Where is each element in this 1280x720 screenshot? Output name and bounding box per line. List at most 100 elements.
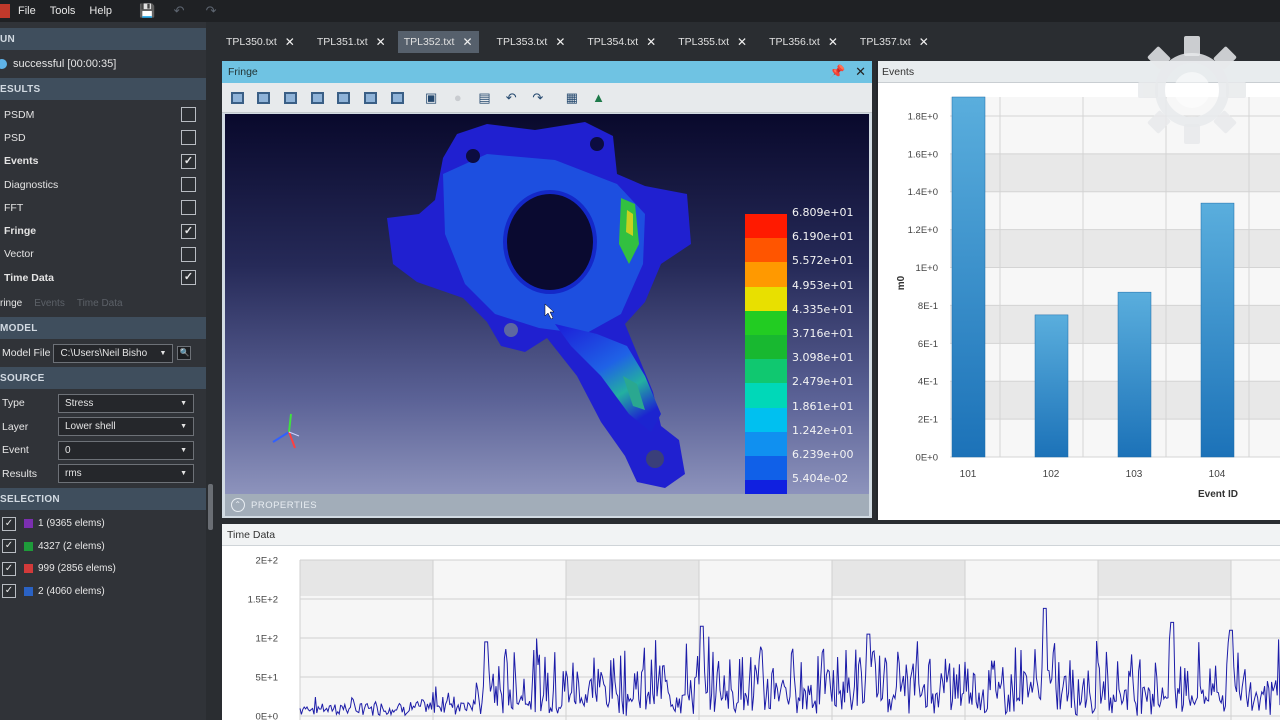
chevron-down-icon: ▼	[159, 349, 167, 357]
close-icon[interactable]: ✕	[646, 35, 656, 49]
close-icon[interactable]: ✕	[919, 35, 929, 49]
view-back-icon[interactable]	[281, 89, 299, 107]
fringe-toolbar: ▣ ● ▤ ↶ ↷ ▦ ▲	[222, 83, 872, 113]
tab-tpl354-txt[interactable]: TPL354.txt ✕	[583, 31, 660, 53]
selection-item[interactable]: ✓ 999 (2856 elems)	[0, 557, 206, 580]
result-checkbox[interactable]	[181, 200, 196, 216]
events-bar-101[interactable]	[951, 96, 986, 458]
close-icon[interactable]: ✕	[462, 35, 472, 49]
close-icon[interactable]: ✕	[855, 64, 866, 79]
legend-color-box	[745, 286, 787, 311]
view-right-icon[interactable]	[335, 89, 353, 107]
view-front-icon[interactable]	[255, 89, 273, 107]
events-bar-103[interactable]	[1117, 291, 1152, 458]
properties-label: PROPERTIES	[251, 499, 318, 511]
redo-icon[interactable]: ↷	[529, 89, 547, 107]
view-iso-icon[interactable]	[228, 89, 246, 107]
source-layer-select[interactable]: Lower shell ▼	[58, 417, 194, 437]
result-item-fringe[interactable]: Fringe ✓	[0, 219, 206, 242]
selection-item[interactable]: ✓ 4327 (2 elems)	[0, 535, 206, 558]
pin-icon[interactable]: 📌	[829, 64, 845, 79]
selection-item[interactable]: ✓ 2 (4060 elems)	[0, 580, 206, 603]
selection-checkbox[interactable]: ✓	[2, 516, 16, 531]
subtab-fringe[interactable]: ringe	[0, 298, 22, 309]
tab-tpl356-txt[interactable]: TPL356.txt ✕	[765, 31, 842, 53]
result-item-psdm[interactable]: PSDM	[0, 103, 206, 126]
save-icon[interactable]: 💾	[136, 3, 158, 19]
undo-icon[interactable]: ↶	[168, 3, 190, 19]
model-file-label: Model File	[2, 347, 51, 360]
redo-icon[interactable]: ↷	[200, 3, 222, 19]
result-item-psd[interactable]: PSD	[0, 126, 206, 149]
time-ytick-label: 2E+2	[256, 556, 278, 567]
subtab-time-data[interactable]: Time Data	[77, 298, 123, 309]
selection-item-label: 1 (9365 elems)	[38, 518, 105, 530]
view-bottom-icon[interactable]	[388, 89, 406, 107]
time-grid-band	[566, 560, 699, 596]
source-event-select[interactable]: 0 ▼	[58, 440, 194, 460]
result-item-time-data[interactable]: Time Data ✓	[0, 266, 206, 289]
result-item-vector[interactable]: Vector	[0, 243, 206, 266]
events-ytick-label: 0E+0	[916, 453, 938, 464]
close-icon[interactable]: ✕	[555, 35, 565, 49]
close-icon[interactable]: ✕	[737, 35, 747, 49]
view-top-icon[interactable]	[361, 89, 379, 107]
view-left-icon[interactable]	[308, 89, 326, 107]
tab-tpl351-txt[interactable]: TPL351.txt ✕	[313, 31, 390, 53]
legend-color-box	[745, 335, 787, 360]
source-field-label: Type	[2, 397, 25, 410]
close-icon[interactable]: ✕	[376, 35, 386, 49]
events-xlabel: Event ID	[1198, 489, 1238, 500]
result-item-diagnostics[interactable]: Diagnostics	[0, 173, 206, 196]
time-data-chart[interactable]: 0E+0 5E+1 1E+2 1.5E+2 2E+2	[222, 546, 1280, 720]
result-checkbox[interactable]: ✓	[181, 223, 196, 239]
menu-file[interactable]: File	[18, 5, 36, 17]
selection-item[interactable]: ✓ 1 (9365 elems)	[0, 512, 206, 535]
selection-checkbox[interactable]: ✓	[2, 539, 16, 554]
tab-tpl357-txt[interactable]: TPL357.txt ✕	[856, 31, 933, 53]
left-panel-scrollbar[interactable]	[208, 484, 213, 530]
selection-list: ✓ 1 (9365 elems) ✓ 4327 (2 elems) ✓ 999 (2856…	[0, 510, 206, 602]
result-item-label: Fringe	[4, 225, 37, 238]
events-bar-104[interactable]	[1200, 202, 1235, 458]
source-type-select[interactable]: Stress ▼	[58, 393, 194, 413]
tab-tpl350-txt[interactable]: TPL350.txt ✕	[222, 31, 299, 53]
light-icon[interactable]: ●	[449, 89, 467, 107]
source-field-layer: Layer Lower shell ▼	[0, 415, 206, 439]
expand-icon[interactable]: ⌃	[231, 498, 245, 512]
model-file-select[interactable]: C:\Users\Neil Bisho ▼	[53, 343, 174, 363]
result-checkbox[interactable]	[181, 177, 196, 193]
result-item-events[interactable]: Events ✓	[0, 150, 206, 173]
result-checkbox[interactable]	[181, 130, 196, 146]
legend-label: 6.190e+01	[792, 230, 854, 244]
source-results-select[interactable]: rms ▼	[58, 464, 194, 484]
tab-label: TPL356.txt	[769, 36, 820, 48]
menu-tools[interactable]: Tools	[50, 5, 76, 17]
result-checkbox[interactable]: ✓	[181, 270, 196, 286]
selection-checkbox[interactable]: ✓	[2, 561, 16, 576]
undo-icon[interactable]: ↶	[502, 89, 520, 107]
subtab-events[interactable]: Events	[34, 298, 65, 309]
tab-tpl355-txt[interactable]: TPL355.txt ✕	[674, 31, 751, 53]
fringe-3d-viewport[interactable]: 6.809e+01 6.190e+01 5.572e+01 4.953e+01 4.33…	[225, 114, 869, 494]
probe-icon[interactable]: ▲	[590, 89, 608, 107]
events-bar-102[interactable]	[1034, 314, 1069, 458]
menu-help[interactable]: Help	[89, 5, 112, 17]
result-checkbox[interactable]	[181, 246, 196, 262]
browse-icon[interactable]: 🔍	[177, 346, 192, 361]
legend-label: 1.242e+01	[792, 423, 854, 437]
run-section-header: UN	[0, 28, 206, 50]
close-icon[interactable]: ✕	[828, 35, 838, 49]
result-checkbox[interactable]	[181, 107, 196, 123]
fit-view-icon[interactable]: ▣	[422, 89, 440, 107]
zoom-box-icon[interactable]: ▤	[476, 89, 494, 107]
selection-checkbox[interactable]: ✓	[2, 584, 16, 599]
result-checkbox[interactable]: ✓	[181, 153, 196, 169]
grid-icon[interactable]: ▦	[563, 89, 581, 107]
result-item-fft[interactable]: FFT	[0, 196, 206, 219]
tab-tpl352-txt[interactable]: TPL352.txt ✕	[397, 31, 479, 53]
left-panel: UN successful [00:00:35] ESULTS PSDM PSD E…	[0, 22, 206, 720]
close-icon[interactable]: ✕	[285, 35, 295, 49]
properties-bar[interactable]: ⌃ PROPERTIES	[225, 494, 869, 516]
tab-tpl353-txt[interactable]: TPL353.txt ✕	[493, 31, 570, 53]
